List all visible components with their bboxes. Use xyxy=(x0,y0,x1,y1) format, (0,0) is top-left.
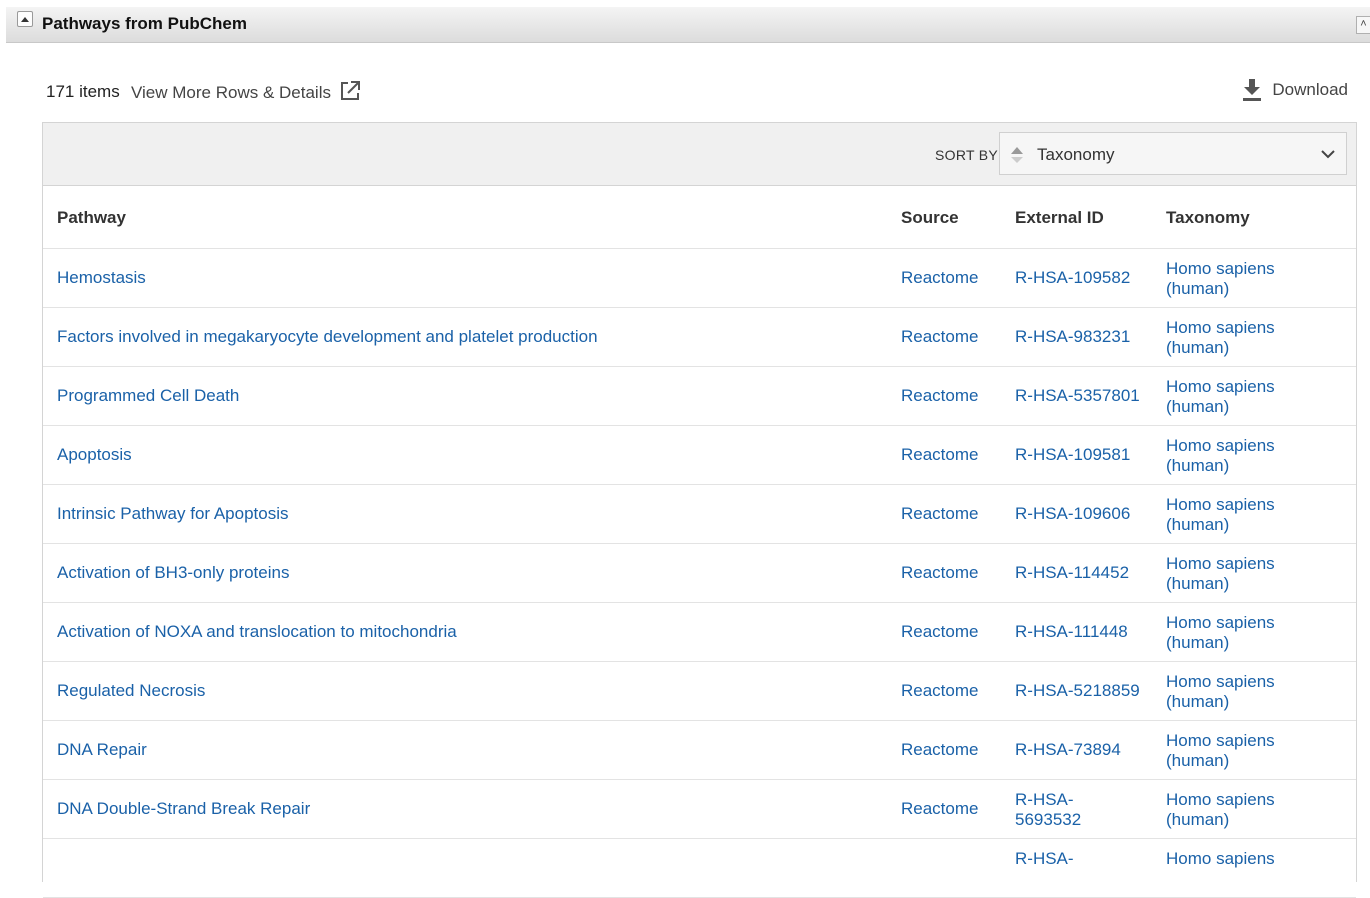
table-row: R-HSA- Homo sapiens xyxy=(43,839,1356,898)
source-link[interactable]: Reactome xyxy=(901,563,978,583)
pathway-link[interactable]: DNA Double-Strand Break Repair xyxy=(57,799,310,819)
download-label: Download xyxy=(1272,80,1348,99)
column-header-external-id[interactable]: External ID xyxy=(1015,208,1104,228)
pathway-link[interactable]: Hemostasis xyxy=(57,268,146,288)
item-count: 171 items xyxy=(46,82,120,101)
external-id-link[interactable]: R-HSA-5218859 xyxy=(1015,681,1145,701)
external-id-link[interactable]: R-HSA- xyxy=(1015,849,1145,869)
sort-select[interactable]: Taxonomy xyxy=(999,132,1347,175)
pathway-link[interactable]: Activation of BH3-only proteins xyxy=(57,563,289,583)
collapse-button[interactable] xyxy=(17,11,33,27)
sort-arrows-icon xyxy=(1011,147,1023,163)
sort-bar: SORT BY Taxonomy xyxy=(43,123,1356,186)
taxonomy-link[interactable]: Homo sapiens (human) xyxy=(1166,436,1306,476)
double-chevron-up-icon[interactable]: ˄ xyxy=(1356,16,1370,34)
table-row: Intrinsic Pathway for Apoptosis Reactome… xyxy=(43,485,1356,544)
source-link[interactable]: Reactome xyxy=(901,327,978,347)
external-id-link[interactable]: R-HSA-5693532 xyxy=(1015,790,1090,830)
taxonomy-link[interactable]: Homo sapiens (human) xyxy=(1166,790,1306,830)
external-id-link[interactable]: R-HSA-109606 xyxy=(1015,504,1145,524)
pathway-link[interactable]: Regulated Necrosis xyxy=(57,681,205,701)
sort-label: SORT BY xyxy=(935,147,999,163)
taxonomy-link[interactable]: Homo sapiens (human) xyxy=(1166,495,1306,535)
external-id-link[interactable]: R-HSA-73894 xyxy=(1015,740,1145,760)
triangle-up-icon xyxy=(21,16,29,22)
pathway-link[interactable]: Factors involved in megakaryocyte develo… xyxy=(57,327,598,347)
download-icon xyxy=(1243,79,1262,101)
view-more-link[interactable]: View More Rows & Details xyxy=(131,81,361,104)
table-row: Hemostasis Reactome R-HSA-109582 Homo sa… xyxy=(43,249,1356,308)
taxonomy-link[interactable]: Homo sapiens (human) xyxy=(1166,554,1306,594)
column-header-taxonomy[interactable]: Taxonomy xyxy=(1166,208,1250,228)
external-id-link[interactable]: R-HSA-109582 xyxy=(1015,268,1145,288)
taxonomy-link[interactable]: Homo sapiens (human) xyxy=(1166,731,1306,771)
source-link[interactable]: Reactome xyxy=(901,504,978,524)
table-row: Activation of BH3-only proteins Reactome… xyxy=(43,544,1356,603)
table-row: Activation of NOXA and translocation to … xyxy=(43,603,1356,662)
pathway-link[interactable]: Activation of NOXA and translocation to … xyxy=(57,622,457,642)
table-toolbar: 171 items View More Rows & Details Downl… xyxy=(46,79,1350,105)
sort-value: Taxonomy xyxy=(1037,145,1115,164)
chevron-down-icon xyxy=(1321,150,1335,159)
external-id-link[interactable]: R-HSA-114452 xyxy=(1015,563,1145,583)
view-more-label: View More Rows & Details xyxy=(131,83,331,102)
taxonomy-link[interactable]: Homo sapiens (human) xyxy=(1166,672,1306,712)
table-row: Regulated Necrosis Reactome R-HSA-521885… xyxy=(43,662,1356,721)
table-row: DNA Double-Strand Break Repair Reactome … xyxy=(43,780,1356,839)
pathway-link[interactable]: DNA Repair xyxy=(57,740,147,760)
source-link[interactable]: Reactome xyxy=(901,681,978,701)
taxonomy-link[interactable]: Homo sapiens (human) xyxy=(1166,377,1306,417)
table-row: DNA Repair Reactome R-HSA-73894 Homo sap… xyxy=(43,721,1356,780)
taxonomy-link[interactable]: Homo sapiens (human) xyxy=(1166,613,1306,653)
download-button[interactable]: Download xyxy=(1242,79,1348,101)
source-link[interactable]: Reactome xyxy=(901,799,978,819)
external-id-link[interactable]: R-HSA-111448 xyxy=(1015,622,1145,642)
source-link[interactable]: Reactome xyxy=(901,740,978,760)
pathway-link[interactable]: Intrinsic Pathway for Apoptosis xyxy=(57,504,289,524)
taxonomy-link[interactable]: Homo sapiens xyxy=(1166,849,1306,869)
source-link[interactable]: Reactome xyxy=(901,386,978,406)
external-link-icon xyxy=(340,81,360,100)
source-link[interactable]: Reactome xyxy=(901,268,978,288)
table-row: Factors involved in megakaryocyte develo… xyxy=(43,308,1356,367)
pathway-link[interactable]: Apoptosis xyxy=(57,445,132,465)
external-id-link[interactable]: R-HSA-5357801 xyxy=(1015,386,1145,406)
table-header-row: Pathway Source External ID Taxonomy xyxy=(43,186,1356,249)
column-header-source[interactable]: Source xyxy=(901,208,959,228)
column-header-pathway[interactable]: Pathway xyxy=(57,208,126,228)
table-row: Programmed Cell Death Reactome R-HSA-535… xyxy=(43,367,1356,426)
table-row: Apoptosis Reactome R-HSA-109581 Homo sap… xyxy=(43,426,1356,485)
source-link[interactable]: Reactome xyxy=(901,445,978,465)
external-id-link[interactable]: R-HSA-983231 xyxy=(1015,327,1145,347)
taxonomy-link[interactable]: Homo sapiens (human) xyxy=(1166,318,1306,358)
pathway-link[interactable]: Programmed Cell Death xyxy=(57,386,239,406)
section-header: Pathways from PubChem ˄ xyxy=(6,7,1370,43)
pathways-table: SORT BY Taxonomy Pathway Source External… xyxy=(42,122,1357,898)
section-title: Pathways from PubChem xyxy=(42,14,247,33)
external-id-link[interactable]: R-HSA-109581 xyxy=(1015,445,1145,465)
taxonomy-link[interactable]: Homo sapiens (human) xyxy=(1166,259,1306,299)
source-link[interactable]: Reactome xyxy=(901,622,978,642)
